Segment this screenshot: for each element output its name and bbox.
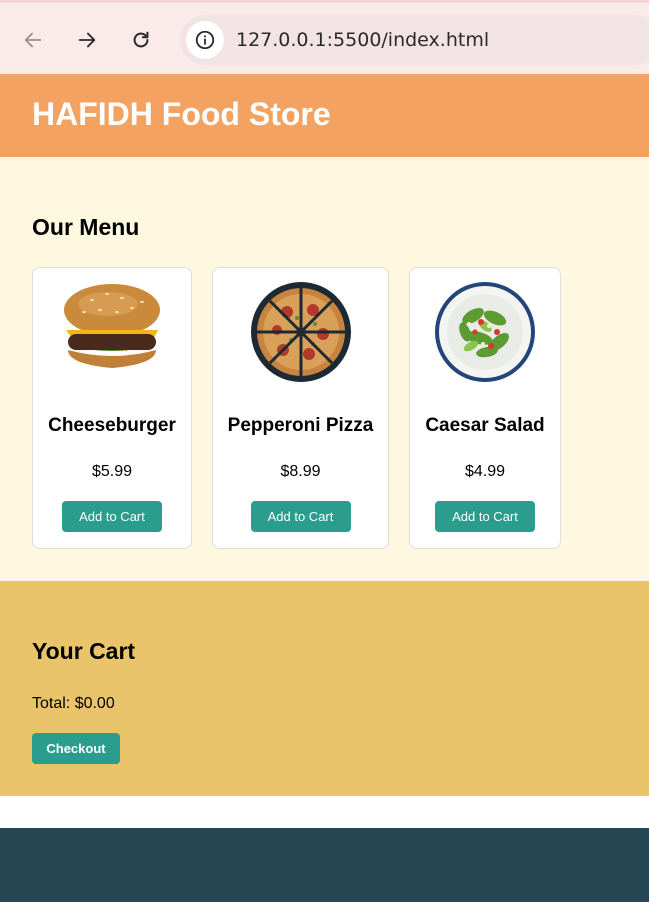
footer bbox=[0, 828, 649, 902]
food-name: Cheeseburger bbox=[48, 415, 176, 436]
add-to-cart-button[interactable]: Add to Cart bbox=[435, 501, 535, 532]
checkout-button[interactable]: Checkout bbox=[32, 733, 120, 764]
pepperoni-pizza-image bbox=[250, 282, 351, 382]
reload-button[interactable] bbox=[126, 25, 156, 55]
menu-section: Our Menu Cheeseburger $5.99 Add to Cart bbox=[0, 157, 649, 581]
food-name: Caesar Salad bbox=[425, 415, 545, 436]
info-icon bbox=[195, 30, 215, 50]
add-to-cart-button[interactable]: Add to Cart bbox=[250, 501, 351, 532]
site-header: HAFIDH Food Store bbox=[0, 74, 649, 157]
menu-card-caesar-salad: Caesar Salad $4.99 Add to Cart bbox=[409, 267, 561, 549]
food-name: Pepperoni Pizza bbox=[227, 415, 374, 436]
cheeseburger-image bbox=[64, 284, 160, 368]
url-text[interactable]: 127.0.0.1:5500/index.html bbox=[236, 29, 489, 51]
menu-card-cheeseburger: Cheeseburger $5.99 Add to Cart bbox=[32, 267, 192, 549]
menu-card-pepperoni-pizza: Pepperoni Pizza $8.99 Add to Cart bbox=[212, 267, 389, 549]
menu-heading: Our Menu bbox=[32, 214, 140, 240]
arrow-left-icon bbox=[24, 32, 42, 48]
arrow-right-icon bbox=[78, 32, 96, 48]
add-to-cart-button[interactable]: Add to Cart bbox=[62, 501, 162, 532]
back-button[interactable] bbox=[18, 25, 48, 55]
food-price: $8.99 bbox=[280, 463, 321, 480]
address-bar[interactable]: 127.0.0.1:5500/index.html bbox=[180, 15, 649, 65]
caesar-salad-image bbox=[435, 282, 535, 382]
forward-button[interactable] bbox=[72, 25, 102, 55]
cart-section: Your Cart Total: $0.00 Checkout bbox=[0, 581, 649, 796]
browser-toolbar: 127.0.0.1:5500/index.html bbox=[0, 0, 649, 74]
food-price: $5.99 bbox=[91, 463, 133, 480]
cart-total: Total: $0.00 bbox=[32, 695, 115, 712]
reload-icon bbox=[133, 31, 149, 48]
site-info-button[interactable] bbox=[186, 21, 224, 59]
cart-heading: Your Cart bbox=[32, 638, 136, 664]
food-price: $4.99 bbox=[464, 463, 506, 480]
site-title: HAFIDH Food Store bbox=[32, 96, 331, 132]
